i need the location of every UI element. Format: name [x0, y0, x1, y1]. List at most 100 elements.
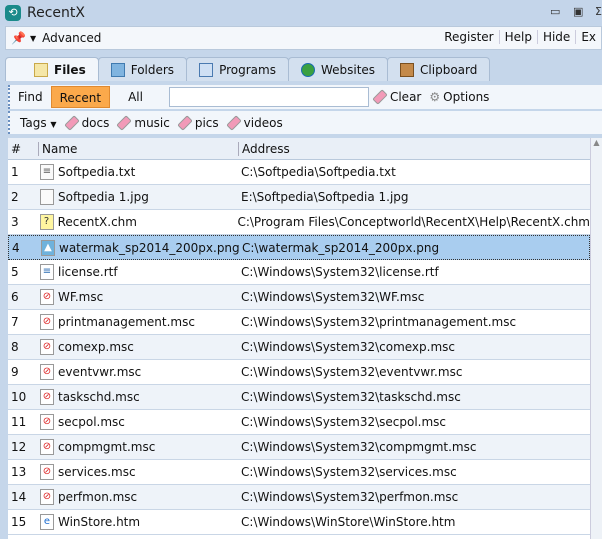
tag-label: music — [134, 115, 170, 130]
row-number: 7 — [11, 315, 19, 329]
table-row[interactable]: 13 ⊘ services.msc C:\Windows\System32\servi… — [8, 460, 590, 485]
globe-icon — [300, 62, 315, 77]
column-name[interactable]: Name — [38, 141, 238, 156]
row-address: C:\Windows\System32\license.rtf — [241, 265, 439, 279]
table-row[interactable]: 11 ⊘ secpol.msc C:\Windows\System32\secpol.… — [8, 410, 590, 435]
advanced-menu[interactable]: Advanced — [42, 31, 101, 45]
tag-music[interactable]: music — [116, 114, 170, 131]
close-icon[interactable]: Σ — [595, 5, 602, 18]
tag-videos[interactable]: videos — [225, 114, 283, 131]
row-number: 8 — [11, 340, 19, 354]
row-name: license.rtf — [58, 265, 118, 279]
vertical-scrollbar[interactable]: ▲ — [590, 138, 602, 539]
row-name: eventvwr.msc — [58, 365, 142, 379]
table-row[interactable]: 14 ⊘ perfmon.msc C:\Windows\System32\perfmo… — [8, 485, 590, 510]
chevron-down-icon: ▼ — [50, 119, 57, 129]
msc-file-icon: ⊘ — [40, 339, 54, 355]
tab-label: Programs — [219, 62, 276, 77]
tab-websites[interactable]: Websites — [287, 57, 389, 81]
table-row[interactable]: 6 ⊘ WF.msc C:\Windows\System32\WF.msc — [8, 285, 590, 310]
maximize-icon[interactable]: ▣ — [573, 5, 583, 18]
row-number: 10 — [11, 390, 27, 404]
clear-label: Clear — [389, 90, 422, 104]
table-row[interactable]: 4 ▲ watermak_sp2014_200px.png C:\watermak_s… — [8, 235, 590, 260]
row-name-cell: ⊘ services.msc — [38, 464, 238, 480]
tags-dropdown[interactable]: Tags ▼ — [20, 116, 57, 130]
clear-button[interactable]: Clear — [372, 89, 422, 105]
row-name-cell: ≡ license.rtf — [38, 264, 238, 280]
row-number: 6 — [11, 290, 19, 304]
msc-file-icon: ⊘ — [40, 289, 54, 305]
table-row[interactable]: 2 Softpedia 1.jpg E:\Softpedia\Softpedia 1… — [8, 185, 590, 210]
text-file-icon: ≡ — [40, 164, 54, 180]
find-toolbar: Find Recent All Clear ⚙ Options — [8, 85, 602, 109]
row-number: 5 — [11, 265, 19, 279]
blank-file-icon — [40, 189, 54, 205]
msc-file-icon: ⊘ — [40, 314, 54, 330]
row-address: C:\Windows\System32\services.msc — [241, 465, 457, 479]
tab-clipboard[interactable]: Clipboard — [387, 57, 491, 81]
clipboard-icon — [400, 62, 415, 77]
tag-pics[interactable]: pics — [177, 114, 219, 131]
row-address: C:\Windows\System32\secpol.msc — [241, 415, 447, 429]
pin-icon[interactable]: 📌 — [11, 31, 26, 45]
column-address[interactable]: Address — [238, 141, 290, 156]
column-number[interactable]: # — [8, 142, 38, 156]
tab-programs[interactable]: Programs — [186, 57, 289, 81]
msc-file-icon: ⊘ — [40, 464, 54, 480]
tag-docs[interactable]: docs — [63, 114, 109, 131]
gear-icon: ⚙ — [429, 90, 441, 104]
table-row[interactable]: 9 ⊘ eventvwr.msc C:\Windows\System32\eventv… — [8, 360, 590, 385]
row-address: C:\watermak_sp2014_200px.png — [242, 240, 440, 255]
options-label: Options — [443, 90, 490, 104]
search-input[interactable] — [168, 87, 369, 107]
file-icon — [34, 62, 48, 77]
pin-dropdown-icon[interactable]: ▼ — [30, 34, 36, 43]
row-number: 1 — [11, 165, 19, 179]
msc-file-icon: ⊘ — [40, 364, 54, 380]
table-row[interactable]: 10 ⊘ taskschd.msc C:\Windows\System32\tasks… — [8, 385, 590, 410]
menu-bar: 📌 ▼ Advanced Register Help Hide Ex — [5, 26, 602, 50]
register-link[interactable]: Register — [439, 30, 500, 44]
row-name: RecentX.chm — [57, 215, 137, 229]
row-number: 13 — [11, 465, 27, 479]
help-link[interactable]: Help — [500, 30, 538, 44]
rtf-file-icon: ≡ — [40, 264, 54, 280]
table-row[interactable]: 12 ⊘ compmgmt.msc C:\Windows\System32\compm… — [8, 435, 590, 460]
tab-folders[interactable]: Folders — [97, 57, 188, 81]
row-name-cell: ⊘ perfmon.msc — [38, 489, 238, 505]
row-name: secpol.msc — [58, 415, 125, 429]
all-button[interactable]: All — [120, 86, 151, 108]
find-button[interactable]: Find — [10, 86, 51, 108]
table-row[interactable]: 1 ≡ Softpedia.txt C:\Softpedia\Softpedia.tx… — [8, 160, 590, 185]
app-clock-icon: ⟲ — [5, 4, 21, 21]
table-row[interactable]: 15 e WinStore.htm C:\Windows\WinStore\WinSt… — [8, 510, 590, 535]
msc-file-icon: ⊘ — [40, 489, 54, 505]
exit-link[interactable]: Ex — [576, 30, 601, 44]
row-number: 2 — [11, 190, 19, 204]
table-row[interactable]: 5 ≡ license.rtf C:\Windows\System32\license… — [8, 260, 590, 285]
hide-link[interactable]: Hide — [538, 30, 577, 44]
minimize-icon[interactable]: ▭ — [550, 5, 560, 18]
row-name: services.msc — [58, 465, 136, 479]
tab-files[interactable]: Files — [5, 57, 99, 81]
row-name-cell: ? RecentX.chm — [38, 214, 235, 230]
options-button[interactable]: ⚙ Options — [429, 90, 489, 104]
row-name: taskschd.msc — [58, 390, 140, 404]
tag-icon — [63, 114, 80, 131]
table-row[interactable]: 3? RecentX.chm C:\Program Files\Conceptwor… — [8, 210, 590, 235]
programs-icon — [199, 62, 214, 77]
row-address: C:\Windows\System32\perfmon.msc — [241, 490, 459, 504]
tag-label: videos — [243, 115, 283, 130]
eraser-icon — [372, 89, 388, 105]
row-name-cell: ⊘ WF.msc — [38, 289, 238, 305]
row-name-cell: ⊘ compmgmt.msc — [38, 439, 238, 455]
recent-button[interactable]: Recent — [50, 86, 111, 108]
table-row[interactable]: 8 ⊘ comexp.msc C:\Windows\System32\comexp.m… — [8, 335, 590, 360]
row-number: 3 — [11, 215, 19, 229]
table-header: # Name Address — [8, 138, 590, 160]
row-number: 12 — [11, 440, 27, 454]
table-row[interactable]: 7 ⊘ printmanagement.msc C:\Windows\System32… — [8, 310, 590, 335]
scroll-up-icon[interactable]: ▲ — [591, 138, 602, 147]
row-address: C:\Windows\System32\WF.msc — [241, 290, 425, 304]
